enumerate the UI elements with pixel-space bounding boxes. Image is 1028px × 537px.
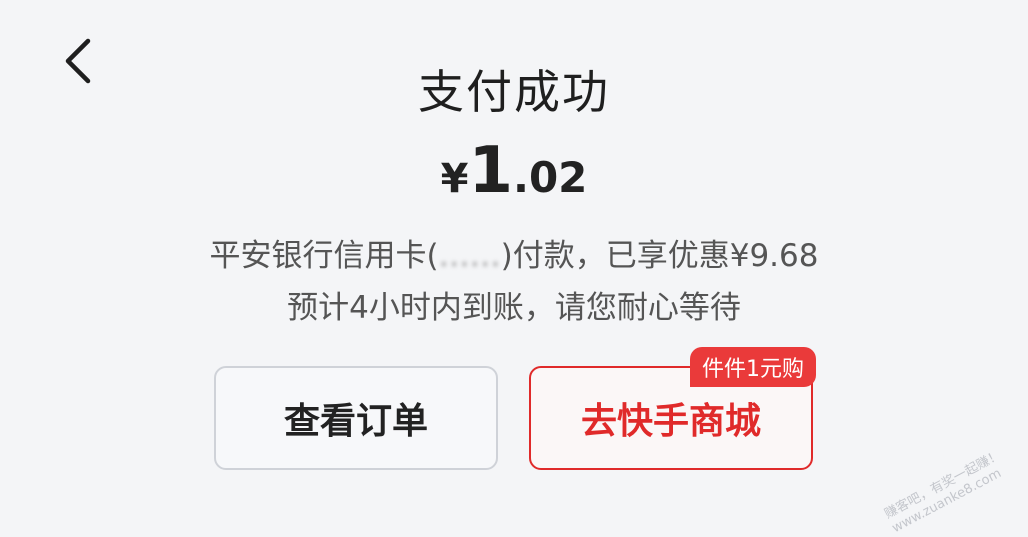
masked-card-number: …… <box>438 238 501 274</box>
payment-method-text: 平安银行信用卡(……)付款，已享优惠¥9.68 <box>0 230 1028 275</box>
promo-badge: 件件1元购 <box>690 347 816 387</box>
amount-integer: 1 <box>468 134 513 208</box>
view-order-button[interactable]: 查看订单 <box>214 366 498 470</box>
payment-method-prefix: 平安银行信用卡( <box>209 238 439 274</box>
payment-method-suffix: )付款，已享优惠¥9.68 <box>500 238 819 274</box>
arrival-eta-text: 预计4小时内到账，请您耐心等待 <box>287 290 741 326</box>
amount-decimal: .02 <box>512 153 588 202</box>
page-title: 支付成功 <box>418 65 610 119</box>
site-watermark: 赚客吧，有奖一起赚！ www.zuanke8.com <box>882 448 1012 537</box>
payment-amount: ¥1.02 <box>0 134 1028 208</box>
currency-symbol: ¥ <box>440 156 469 202</box>
